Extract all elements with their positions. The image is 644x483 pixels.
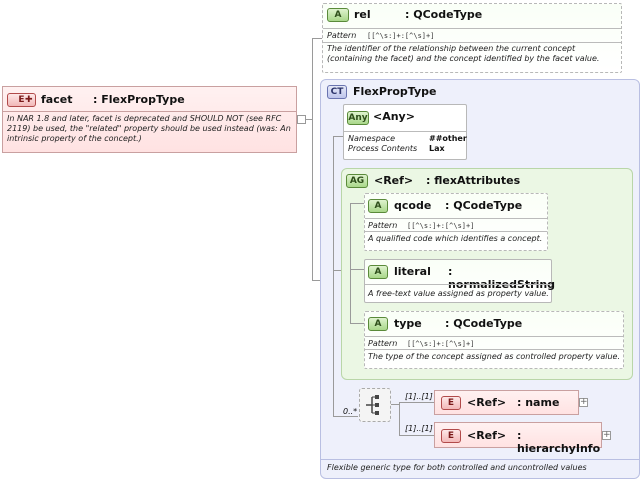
ct-inner-any — [333, 136, 343, 137]
sequence-icon — [366, 395, 379, 415]
name-element-ref[interactable]: E <Ref> : name — [434, 390, 579, 415]
seq-connector-trunk — [391, 404, 399, 405]
flexattributes-group[interactable]: AG <Ref> : flexAttributes A qcode : QCod… — [341, 168, 633, 380]
literal-name: literal — [394, 265, 431, 278]
seq-connector-hierarchy — [399, 435, 435, 436]
name-expand-icon[interactable]: + — [579, 398, 588, 407]
facet-element[interactable]: E ✚ facet : FlexPropType In NAR 1.8 and … — [2, 86, 297, 153]
ag-inner-trunk — [350, 203, 351, 323]
qcode-attribute[interactable]: A qcode : QCodeType Pattern [[^\s:]+:[^\… — [364, 193, 548, 251]
rel-description: The identifier of the relationship betwe… — [327, 44, 600, 63]
qcode-type: : QCodeType — [445, 199, 523, 212]
facet-plus-icon: ✚ — [25, 95, 33, 105]
any-namespace-label: Namespace — [348, 134, 396, 143]
rel-type: : QCodeType — [405, 8, 483, 21]
any-name: <Any> — [373, 110, 415, 123]
attribute-group-badge: AG — [346, 174, 368, 188]
type-pattern-value: [[^\s:]+:[^\s]+] — [407, 340, 475, 348]
name-ref: <Ref> — [467, 396, 507, 409]
rel-name: rel — [354, 8, 371, 21]
qcode-name: qcode — [394, 199, 432, 212]
type-pattern-label: Pattern — [368, 339, 398, 348]
facet-type: : FlexPropType — [93, 93, 185, 106]
element-badge: E — [441, 396, 461, 410]
hierarchyinfo-type: : hierarchyInfo — [517, 429, 601, 455]
any-process-label: Process Contents — [348, 144, 418, 153]
connector-trunk — [312, 38, 313, 280]
facet-name: facet — [41, 93, 73, 106]
element-badge: E — [441, 429, 461, 443]
seq-connector-name — [399, 402, 435, 403]
qcode-description: A qualified code which identifies a conc… — [368, 234, 543, 243]
flexproptype-complex-type[interactable]: CT FlexPropType Any <Any> Namespace ##ot… — [320, 79, 640, 479]
rel-pattern-value: [[^\s:]+:[^\s]+] — [367, 32, 435, 40]
name-cardinality: [1]..[1] — [405, 392, 433, 401]
type-attribute[interactable]: A type : QCodeType Pattern [[^\s:]+:[^\s… — [364, 311, 624, 369]
sequence-cardinality: 0..* — [343, 407, 358, 416]
name-type: : name — [517, 396, 560, 409]
type-description: The type of the concept assigned as cont… — [368, 352, 620, 361]
rel-pattern-label: Pattern — [327, 31, 357, 40]
type-type: : QCodeType — [445, 317, 523, 330]
flexproptype-title: FlexPropType — [353, 85, 437, 98]
literal-type: : normalizedString — [448, 265, 556, 291]
facet-expander[interactable] — [297, 115, 306, 124]
attribute-badge: A — [368, 317, 388, 331]
hierarchyinfo-cardinality: [1]..[1] — [405, 424, 433, 433]
any-namespace-value: ##other — [429, 134, 467, 143]
type-name: type — [394, 317, 422, 330]
sequence-compositor[interactable] — [359, 388, 391, 422]
flexproptype-footer: Flexible generic type for both controlle… — [327, 463, 587, 472]
facet-description: In NAR 1.8 and later, facet is deprecate… — [7, 114, 291, 143]
flexattributes-type: : flexAttributes — [426, 174, 521, 187]
connector-ct — [312, 280, 320, 281]
any-badge: Any — [347, 111, 369, 125]
ag-inner-literal — [350, 269, 364, 270]
ag-inner-type — [350, 323, 364, 324]
any-process-value: Lax — [429, 144, 445, 153]
ag-inner-qcode — [350, 203, 364, 204]
connector-rel — [312, 38, 322, 39]
attribute-badge: A — [327, 8, 349, 22]
hierarchyinfo-element-ref[interactable]: E <Ref> : hierarchyInfo — [434, 422, 602, 455]
attribute-badge: A — [368, 265, 388, 279]
attribute-badge: A — [368, 199, 388, 213]
qcode-pattern-value: [[^\s:]+:[^\s]+] — [407, 222, 475, 230]
rel-attribute[interactable]: A rel : QCodeType Pattern [[^\s:]+:[^\s]… — [322, 3, 622, 73]
literal-attribute[interactable]: A literal : normalizedString A free-text… — [364, 259, 556, 303]
ct-inner-ag — [333, 270, 341, 271]
any-wildcard[interactable]: Any <Any> Namespace ##other Process Cont… — [343, 104, 467, 160]
literal-description: A free-text value assigned as property v… — [368, 289, 549, 298]
flexattributes-name: <Ref> — [374, 174, 414, 187]
seq-connector-vert — [399, 402, 400, 436]
ct-inner-trunk — [333, 136, 334, 416]
hierarchyinfo-ref: <Ref> — [467, 429, 507, 442]
hierarchyinfo-expand-icon[interactable]: + — [602, 431, 611, 440]
complex-type-badge: CT — [327, 85, 347, 99]
qcode-pattern-label: Pattern — [368, 221, 398, 230]
ct-inner-seq — [333, 416, 358, 417]
